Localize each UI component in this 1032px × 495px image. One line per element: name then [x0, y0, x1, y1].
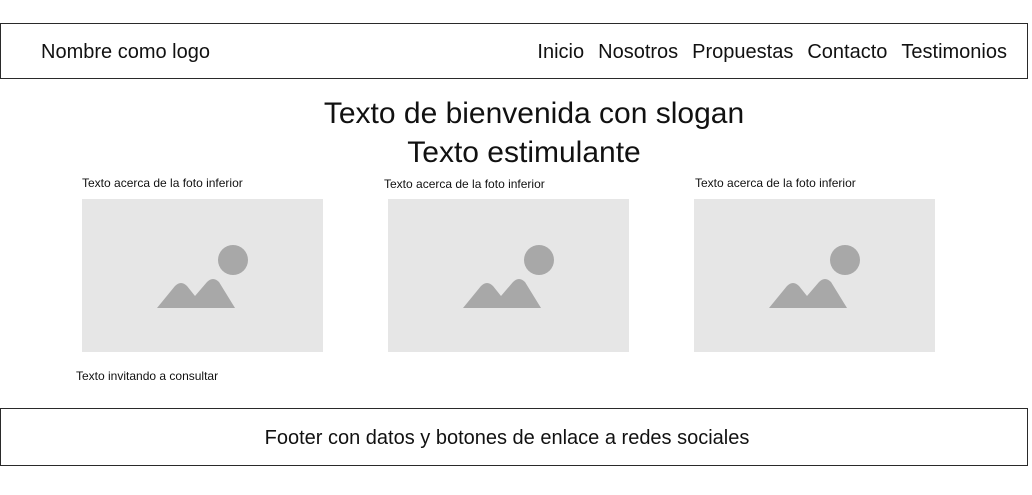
image-placeholder-icon [463, 245, 554, 308]
photo-caption-1: Texto acerca de la foto inferior [82, 176, 243, 190]
logo-text[interactable]: Nombre como logo [41, 41, 210, 63]
nav-propuestas[interactable]: Propuestas [692, 41, 793, 63]
welcome-heading: Texto de bienvenida con slogan [323, 97, 745, 130]
invite-text: Texto invitando a consultar [76, 369, 219, 383]
photo-placeholder-1 [82, 199, 323, 352]
footer-text: Footer con datos y botones de enlace a r… [264, 427, 750, 449]
nav-contacto[interactable]: Contacto [807, 41, 887, 63]
site-footer: Footer con datos y botones de enlace a r… [0, 408, 1028, 466]
nav-inicio[interactable]: Inicio [537, 41, 584, 63]
image-placeholder-icon [769, 245, 860, 308]
photo-caption-2: Texto acerca de la foto inferior [384, 177, 545, 191]
hero-subtitle: Texto estimulante [407, 136, 641, 169]
image-placeholder-icon [157, 245, 248, 308]
main-nav: Inicio Nosotros Propuestas Contacto Test… [537, 41, 1007, 63]
photo-caption-3: Texto acerca de la foto inferior [695, 176, 856, 190]
photo-placeholder-2 [388, 199, 629, 352]
nav-testimonios[interactable]: Testimonios [901, 41, 1007, 63]
page: Nombre como logo Inicio Nosotros Propues… [0, 0, 1032, 495]
nav-nosotros[interactable]: Nosotros [598, 41, 678, 63]
site-header: Nombre como logo Inicio Nosotros Propues… [0, 23, 1028, 79]
photo-placeholder-3 [694, 199, 935, 352]
